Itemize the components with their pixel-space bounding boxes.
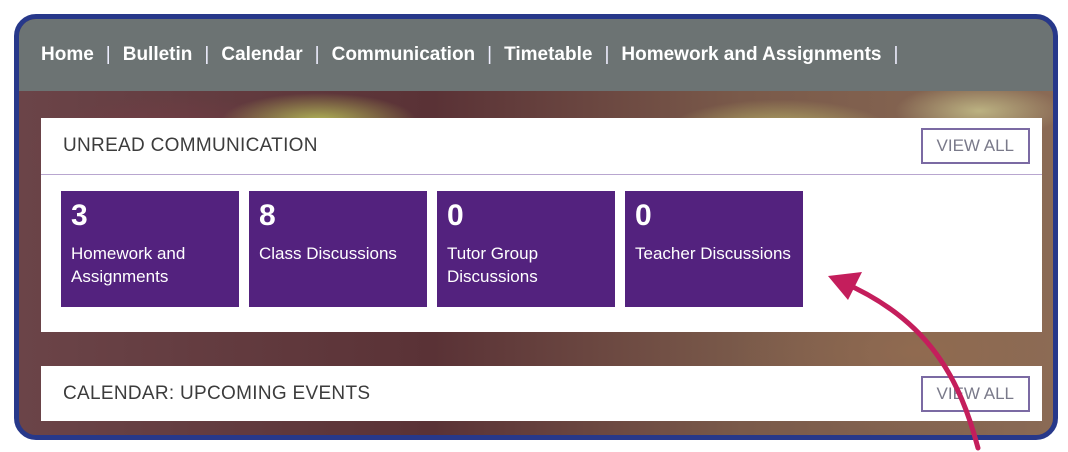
calendar-upcoming-panel: CALENDAR: UPCOMING EVENTS VIEW ALL [41,366,1042,421]
tile-count: 0 [447,199,464,232]
top-navigation: Home | Bulletin | Calendar | Communicati… [19,19,1053,91]
nav-timetable[interactable]: Timetable [504,44,592,66]
tile-class-discussions[interactable]: 8 Class Discussions [249,191,427,307]
calendar-panel-header: CALENDAR: UPCOMING EVENTS VIEW ALL [41,366,1042,421]
nav-home[interactable]: Home [41,44,94,66]
nav-separator: | [204,44,210,65]
tile-teacher-discussions[interactable]: 0 Teacher Discussions [625,191,803,307]
nav-separator: | [604,44,610,65]
nav-calendar[interactable]: Calendar [221,44,302,66]
nav-separator: | [105,44,111,65]
unread-communication-panel: UNREAD COMMUNICATION VIEW ALL 3 Homework… [41,118,1042,332]
nav-separator: | [893,44,899,65]
calendar-view-all-button[interactable]: VIEW ALL [920,375,1030,412]
nav-homework-assignments[interactable]: Homework and Assignments [621,44,881,66]
tile-label: Tutor Group Discussions [447,244,539,286]
calendar-panel-title: CALENDAR: UPCOMING EVENTS [63,382,371,404]
nav-bulletin[interactable]: Bulletin [123,44,193,66]
tile-count: 3 [71,199,88,232]
tile-count: 8 [259,199,276,232]
unread-view-all-button[interactable]: VIEW ALL [920,128,1030,164]
tile-tutor-group-discussions[interactable]: 0 Tutor Group Discussions [437,191,615,307]
tile-homework-assignments[interactable]: 3 Homework and Assignments [61,191,239,307]
tile-count: 0 [635,199,652,232]
tile-label: Teacher Discussions [635,244,791,263]
unread-panel-title: UNREAD COMMUNICATION [63,135,318,156]
nav-communication[interactable]: Communication [332,44,476,66]
nav-separator: | [487,44,493,65]
unread-tiles: 3 Homework and Assignments 8 Class Discu… [41,175,1042,307]
tile-label: Homework and Assignments [71,244,186,286]
nav-separator: | [314,44,320,65]
tile-label: Class Discussions [259,244,397,263]
unread-panel-header: UNREAD COMMUNICATION VIEW ALL [41,118,1042,175]
